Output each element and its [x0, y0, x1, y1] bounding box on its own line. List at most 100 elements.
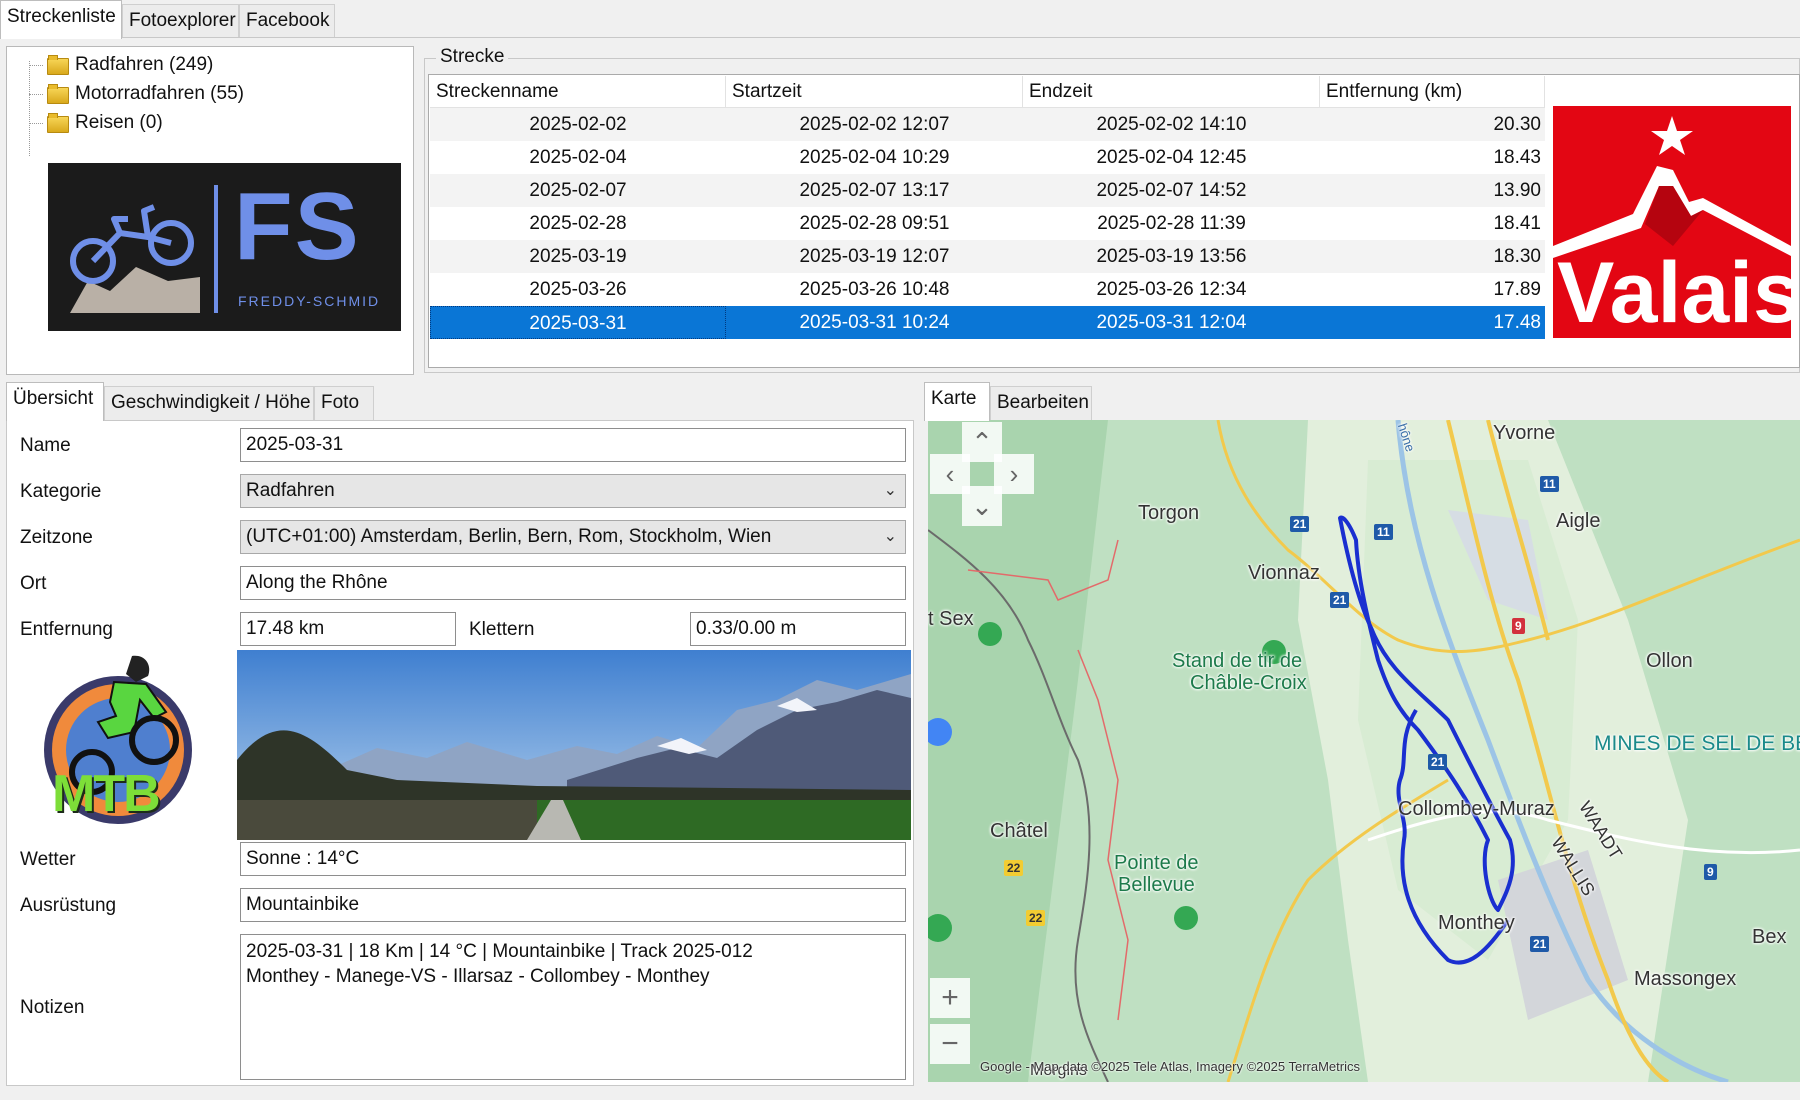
road-shield: 21 [1290, 516, 1310, 532]
valais-logo: Valais [1553, 106, 1791, 338]
tab-label: Übersicht [13, 388, 94, 409]
column-header-streckenname[interactable]: Streckenname [430, 76, 726, 108]
map-label: t Sex [928, 608, 974, 630]
cell-streckenname: 2025-03-31 [430, 306, 726, 339]
tree-item-reisen[interactable]: Reisen (0) [47, 109, 163, 137]
road-shield: 21 [1428, 754, 1448, 770]
category-tree-panel: Radfahren (249) Motorradfahren (55) Reis… [6, 46, 414, 375]
map-label: Yvorne [1493, 422, 1556, 444]
road-shield: 22 [1026, 910, 1046, 926]
ausruestung-input[interactable]: Mountainbike [240, 888, 906, 922]
zoom-out-button[interactable]: − [930, 1024, 970, 1064]
tree-item-motorradfahren[interactable]: Motorradfahren (55) [47, 80, 244, 108]
table-row[interactable]: 2025-03-26 2025-03-26 10:48 2025-03-26 1… [430, 273, 1545, 306]
map-label: Bellevue [1118, 874, 1195, 896]
cell-endzeit: 2025-03-31 12:04 [1096, 312, 1247, 333]
tab-label: Geschwindigkeit / Höhe [111, 392, 311, 413]
map-label: Monthey [1438, 912, 1515, 934]
map-label: Ollon [1646, 650, 1693, 672]
klettern-input[interactable]: 0.33/0.00 m [690, 612, 906, 646]
folder-icon [47, 113, 69, 133]
pan-down-button[interactable]: ⌄ [962, 486, 1002, 526]
cell-endzeit: 2025-03-19 13:56 [1096, 246, 1247, 267]
table-row[interactable]: 2025-02-28 2025-02-28 09:51 2025-02-28 1… [430, 207, 1545, 240]
name-input[interactable]: 2025-03-31 [240, 428, 906, 462]
tab-uebersicht[interactable]: Übersicht [6, 382, 104, 421]
strecke-group-label: Strecke [436, 46, 509, 68]
cell-endzeit: 2025-02-02 14:10 [1096, 114, 1247, 135]
road-shield: 11 [1374, 524, 1393, 540]
notizen-label: Notizen [20, 997, 85, 1018]
cell-streckenname: 2025-02-07 [529, 180, 627, 201]
column-header-endzeit[interactable]: Endzeit [1023, 76, 1320, 108]
tab-fotoexplorer[interactable]: Fotoexplorer [122, 4, 239, 38]
table-row[interactable]: 2025-02-02 2025-02-02 12:07 2025-02-02 1… [430, 108, 1545, 141]
mtb-logo-text: MTB [52, 765, 161, 823]
tree-item-radfahren[interactable]: Radfahren (249) [47, 51, 213, 79]
map-label: Châtel [990, 820, 1048, 842]
kategorie-select[interactable]: Radfahren ⌄ [240, 474, 906, 508]
folder-icon [47, 84, 69, 104]
tab-label: Foto [321, 392, 360, 413]
cell-entfernung: 17.89 [1493, 279, 1541, 300]
ort-label: Ort [20, 573, 47, 594]
freddy-schmid-logo: FS FREDDY-SCHMID [48, 163, 401, 331]
cell-startzeit: 2025-02-07 13:17 [799, 180, 950, 201]
route-photo[interactable] [237, 650, 911, 840]
cell-streckenname: 2025-02-02 [529, 114, 627, 135]
tab-foto[interactable]: Foto [314, 386, 374, 420]
cell-entfernung: 20.30 [1493, 114, 1541, 135]
tab-streckenliste[interactable]: Streckenliste [0, 0, 122, 39]
column-header-startzeit[interactable]: Startzeit [726, 76, 1023, 108]
cell-startzeit: 2025-02-04 10:29 [799, 147, 950, 168]
notizen-line: 2025-03-31 | 18 Km | 14 °C | Mountainbik… [246, 941, 753, 962]
tab-geschwindigkeit-hoehe[interactable]: Geschwindigkeit / Höhe [104, 386, 314, 420]
table-row-selected[interactable]: 2025-03-31 2025-03-31 10:24 2025-03-31 1… [430, 306, 1545, 339]
kategorie-value: Radfahren [246, 480, 335, 501]
folder-icon [47, 55, 69, 75]
landscape-photo [237, 650, 911, 840]
map-label: Pointe de [1114, 852, 1199, 874]
table-row[interactable]: 2025-03-19 2025-03-19 12:07 2025-03-19 1… [430, 240, 1545, 273]
cell-endzeit: 2025-02-07 14:52 [1096, 180, 1247, 201]
mtb-logo: MTB [36, 652, 200, 832]
ort-input[interactable]: Along the Rhône [240, 566, 906, 600]
tab-bearbeiten[interactable]: Bearbeiten [990, 386, 1092, 420]
road-shield: 21 [1530, 936, 1550, 952]
tab-label: Facebook [246, 10, 330, 31]
zoom-in-button[interactable]: + [930, 978, 970, 1018]
cell-startzeit: 2025-03-26 10:48 [799, 279, 950, 300]
zeitzone-value: (UTC+01:00) Amsterdam, Berlin, Bern, Rom… [246, 526, 772, 547]
wetter-input[interactable]: Sonne : 14°C [240, 842, 906, 876]
tree-item-label: Radfahren (249) [75, 54, 214, 75]
column-header-entfernung[interactable]: Entfernung (km) [1320, 76, 1545, 108]
entfernung-input[interactable]: 17.48 km [240, 612, 456, 646]
notizen-line: Monthey - Manege-VS - Illarsaz - Collomb… [246, 966, 710, 987]
route-map[interactable]: ⌃ ‹ › ⌄ + − Yvorne Aigle Torgon Vionnaz … [928, 420, 1800, 1082]
ausruestung-label: Ausrüstung [20, 895, 117, 916]
cell-streckenname: 2025-02-04 [529, 147, 627, 168]
tab-facebook[interactable]: Facebook [239, 4, 335, 38]
tree-line [29, 61, 30, 156]
cell-entfernung: 17.48 [1493, 312, 1541, 333]
tab-label: Karte [931, 388, 977, 409]
table-row[interactable]: 2025-02-07 2025-02-07 13:17 2025-02-07 1… [430, 174, 1545, 207]
logo-fs-text: FS [234, 173, 361, 280]
cell-endzeit: 2025-02-04 12:45 [1096, 147, 1247, 168]
road-shield: 11 [1540, 476, 1559, 492]
top-tabbar: Streckenliste Fotoexplorer Facebook [0, 0, 1800, 39]
tab-karte[interactable]: Karte [924, 382, 990, 421]
chevron-down-icon: ⌄ [883, 528, 897, 545]
road-shield: 21 [1330, 592, 1350, 608]
zeitzone-select[interactable]: (UTC+01:00) Amsterdam, Berlin, Bern, Rom… [240, 520, 906, 554]
chevron-down-icon: ⌄ [883, 482, 897, 499]
notizen-textarea[interactable]: 2025-03-31 | 18 Km | 14 °C | Mountainbik… [240, 934, 906, 1080]
cell-entfernung: 18.30 [1493, 246, 1541, 267]
map-copyright: Google - Map data ©2025 Tele Atlas, Imag… [980, 1059, 1360, 1074]
table-row[interactable]: 2025-02-04 2025-02-04 10:29 2025-02-04 1… [430, 141, 1545, 174]
map-label: Châble-Croix [1190, 672, 1307, 694]
map-label: Bex [1752, 926, 1787, 948]
tree-line [29, 65, 43, 66]
entfernung-label: Entfernung [20, 619, 113, 640]
cell-entfernung: 18.41 [1493, 213, 1541, 234]
